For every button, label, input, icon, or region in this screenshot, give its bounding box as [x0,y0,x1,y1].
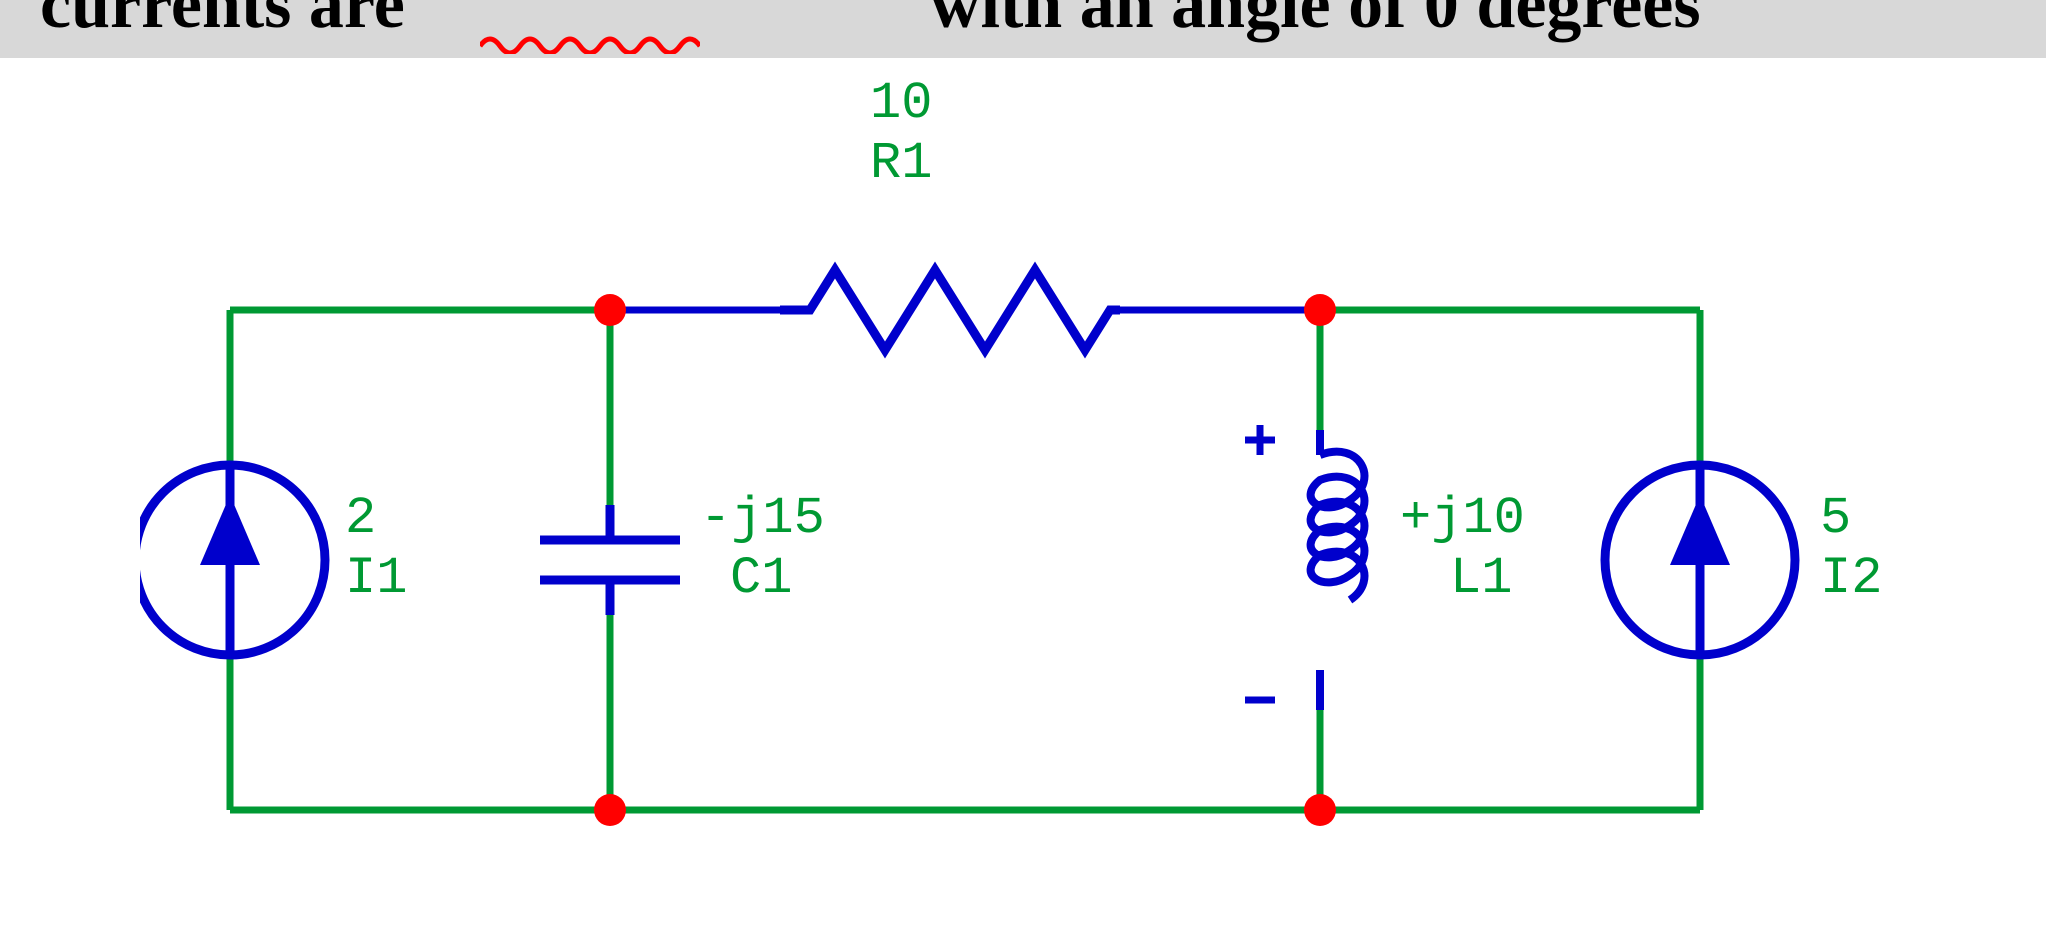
cropped-header-bar: currents are with an angle of 0 degrees [0,0,2046,58]
schematic-canvas: currents are with an angle of 0 degrees [0,0,2046,929]
r1-name-label: R1 [870,135,932,192]
node-n1-top [594,294,626,326]
current-source-i2-icon [1605,465,1795,655]
c1-name-label: C1 [730,550,792,607]
i1-value-label: 2 [345,490,376,547]
capacitor-c1-icon [540,505,680,615]
i2-value-label: 5 [1820,490,1851,547]
spellcheck-squiggle-icon [480,32,700,54]
circuit-diagram [140,110,1920,890]
node-n2-bottom [1304,794,1336,826]
c1-value-label: -j15 [700,490,825,547]
inductor-l1-icon [1311,430,1365,710]
cropped-text-right: with an angle of 0 degrees [930,0,1701,40]
cropped-text-left: currents are [40,0,405,40]
r1-value-label: 10 [870,75,932,132]
node-dots [594,294,1336,826]
i2-name-label: I2 [1820,550,1882,607]
l1-value-label: +j10 [1400,490,1525,547]
i1-name-label: I1 [345,550,407,607]
current-source-i1-icon [140,465,325,655]
l1-name-label: L1 [1450,550,1512,607]
inductor-polarity-marks [1245,425,1275,700]
node-n1-bottom [594,794,626,826]
node-n2-top [1304,294,1336,326]
resistor-r1-icon [780,270,1120,350]
